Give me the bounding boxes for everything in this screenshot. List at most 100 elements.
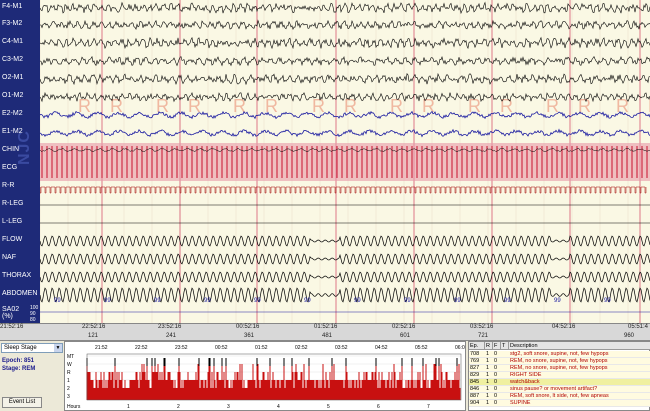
hypnogram-axis-label: 1: [67, 378, 70, 384]
channel-label: SA02 (%): [2, 306, 20, 320]
event-table-row[interactable]: 846 1 0 sinus pause? or movement artifact?: [469, 386, 650, 393]
hypnogram-hour-tick: 7: [427, 404, 430, 410]
event-cell: 1: [486, 400, 490, 406]
event-cell: 0: [494, 365, 498, 371]
event-cell: 0: [494, 379, 498, 385]
channel-label: F3-M2: [2, 20, 23, 27]
hypnogram-hour-tick: 1: [127, 404, 130, 410]
time-axis-bar[interactable]: 21:52:16 22:52:16 23:52:16 00:52:16 01:52:16…: [0, 323, 650, 341]
event-table-row[interactable]: 769 1 0 REM, no snore, supine, not, few hyp…: [469, 358, 650, 365]
rem-stage-marker: R: [500, 96, 513, 116]
channel-label: L-LEG: [2, 218, 23, 225]
polysomnography-traces[interactable]: RRRRRRRRRRRRRRRR999999999999999999999999: [40, 0, 650, 323]
flow-trace: [40, 235, 650, 247]
event-cell: 904: [470, 400, 480, 406]
event-table-row[interactable]: 827 1 0 REM, no snore, supine, not, few hyp…: [469, 365, 650, 372]
event-table-header[interactable]: Ep.: [469, 342, 485, 350]
sao2-value-label: 99: [604, 298, 611, 304]
event-cell: 1: [486, 372, 490, 378]
event-list-table[interactable]: Ep. R F T Description 708 1 0 stg2, soft snore, …: [468, 341, 650, 411]
event-cell: 829: [470, 372, 480, 378]
event-cell: 827: [470, 365, 480, 371]
time-tick-label: 03:52:16: [470, 324, 494, 330]
sao2-value-label: 99: [454, 298, 461, 304]
dropdown-value: Sleep Stage: [4, 345, 37, 351]
epoch-tick-label: 121: [88, 333, 99, 339]
eeg-trace-c4: [40, 36, 650, 50]
event-list-button[interactable]: Event List: [2, 397, 42, 408]
hypnogram-time-label: 21:52: [95, 345, 108, 351]
rem-stage-marker: R: [110, 96, 123, 116]
time-tick-label: 02:52:16: [392, 324, 416, 330]
hypnogram-axis-label: W: [67, 362, 72, 368]
event-cell: 0: [494, 358, 498, 364]
event-table-header[interactable]: R: [485, 342, 493, 350]
event-table-row[interactable]: 887 1 0 REM, soft snore, lt side, not, few …: [469, 393, 650, 400]
epoch-tick-label: 241: [166, 333, 177, 339]
sao2-value-label: 99: [204, 298, 211, 304]
epoch-tick-label: 721: [478, 333, 489, 339]
event-table-row[interactable]: 829 1 0 RIGHT SIDE: [469, 372, 650, 379]
epoch-tick-label: 481: [322, 333, 333, 339]
rr-trace: [40, 186, 647, 194]
event-table-row[interactable]: 708 1 0 stg2, soft snore, supine, not, few …: [469, 351, 650, 358]
event-cell: REM, no snore, supine, not, few hypops: [510, 365, 608, 371]
epoch-tick-label: 361: [244, 333, 255, 339]
channel-label: ABDOMEN: [2, 290, 38, 297]
hypnogram-axis-label: R: [67, 370, 71, 376]
event-cell: REM, soft snore, lt side, not, few apnea…: [510, 393, 609, 399]
time-tick-label: 05:51:4: [628, 324, 649, 330]
event-cell: 0: [494, 400, 498, 406]
hypnogram-hour-tick: 6: [377, 404, 380, 410]
hypnogram-time-label: 04:52: [375, 345, 388, 351]
event-cell: 0: [494, 372, 498, 378]
channel-label: O2-M1: [2, 74, 24, 81]
epoch-tick-label: 960: [624, 333, 635, 339]
event-table-header[interactable]: F: [493, 342, 501, 350]
hypnogram-time-label: 00:52: [215, 345, 228, 351]
stage-label: Stage: REM: [2, 366, 36, 372]
hypnogram[interactable]: MT WR 1 2 3 21:52 22:52 23:52 00:52 01:52 02:52 03:…: [64, 341, 466, 411]
event-cell: 1: [486, 379, 490, 385]
hypnogram-time-label: 03:52: [335, 345, 348, 351]
hypnogram-hour-tick: 4: [277, 404, 280, 410]
epoch-label: Epoch: 851: [2, 358, 35, 364]
thorax-trace: [40, 271, 650, 283]
epoch-tick-label: 601: [400, 333, 411, 339]
event-table-header[interactable]: T: [501, 342, 509, 350]
channel-label: THORAX: [2, 272, 32, 279]
chevron-down-icon[interactable]: ▼: [54, 344, 62, 352]
hypnogram-hours-label: Hours: [67, 404, 81, 410]
hypnogram-axis-label: MT: [67, 354, 74, 360]
time-tick-label: 22:52:16: [82, 324, 106, 330]
event-table-row[interactable]: 845 1 0 watch&back: [469, 379, 650, 386]
eeg-trace-f3: [40, 19, 650, 31]
eeg-trace-f4: [40, 1, 650, 15]
channel-label: NAF: [2, 254, 16, 261]
event-cell: SUPINE: [510, 400, 531, 406]
event-table-row[interactable]: 904 1 0 SUPINE: [469, 400, 650, 407]
sao2-value-label: 99: [504, 298, 511, 304]
rem-stage-marker: R: [78, 96, 91, 116]
event-cell: 769: [470, 358, 480, 364]
hypnogram-axis-label: 3: [67, 394, 70, 400]
event-cell: 1: [486, 358, 490, 364]
sao2-value-label: 99: [54, 298, 61, 304]
channel-label: CHIN: [2, 146, 20, 153]
naf-trace: [40, 253, 650, 265]
event-cell: watch&back: [510, 379, 540, 385]
event-table-header[interactable]: Description: [509, 342, 650, 350]
channel-label: R-LEG: [2, 200, 24, 207]
event-cell: RIGHT SIDE: [510, 372, 542, 378]
sleep-stage-dropdown[interactable]: Sleep Stage ▼: [1, 343, 63, 353]
event-cell: 0: [494, 351, 498, 357]
hypnogram-time-label: 05:52: [415, 345, 428, 351]
event-cell: sinus pause? or movement artifact?: [510, 386, 598, 392]
channel-label: E1-M2: [2, 128, 23, 135]
eeg-trace-o2: [40, 72, 650, 86]
event-cell: 1: [486, 351, 490, 357]
event-cell: 1: [486, 393, 490, 399]
sao2-value-label: 99: [404, 298, 411, 304]
channel-label-panel: NJC F4-M1 F3-M2 C4-M1 C3-M2 O2-M1 O1-M2 E2-M2 E…: [0, 0, 40, 323]
rem-stage-marker: R: [265, 96, 278, 116]
